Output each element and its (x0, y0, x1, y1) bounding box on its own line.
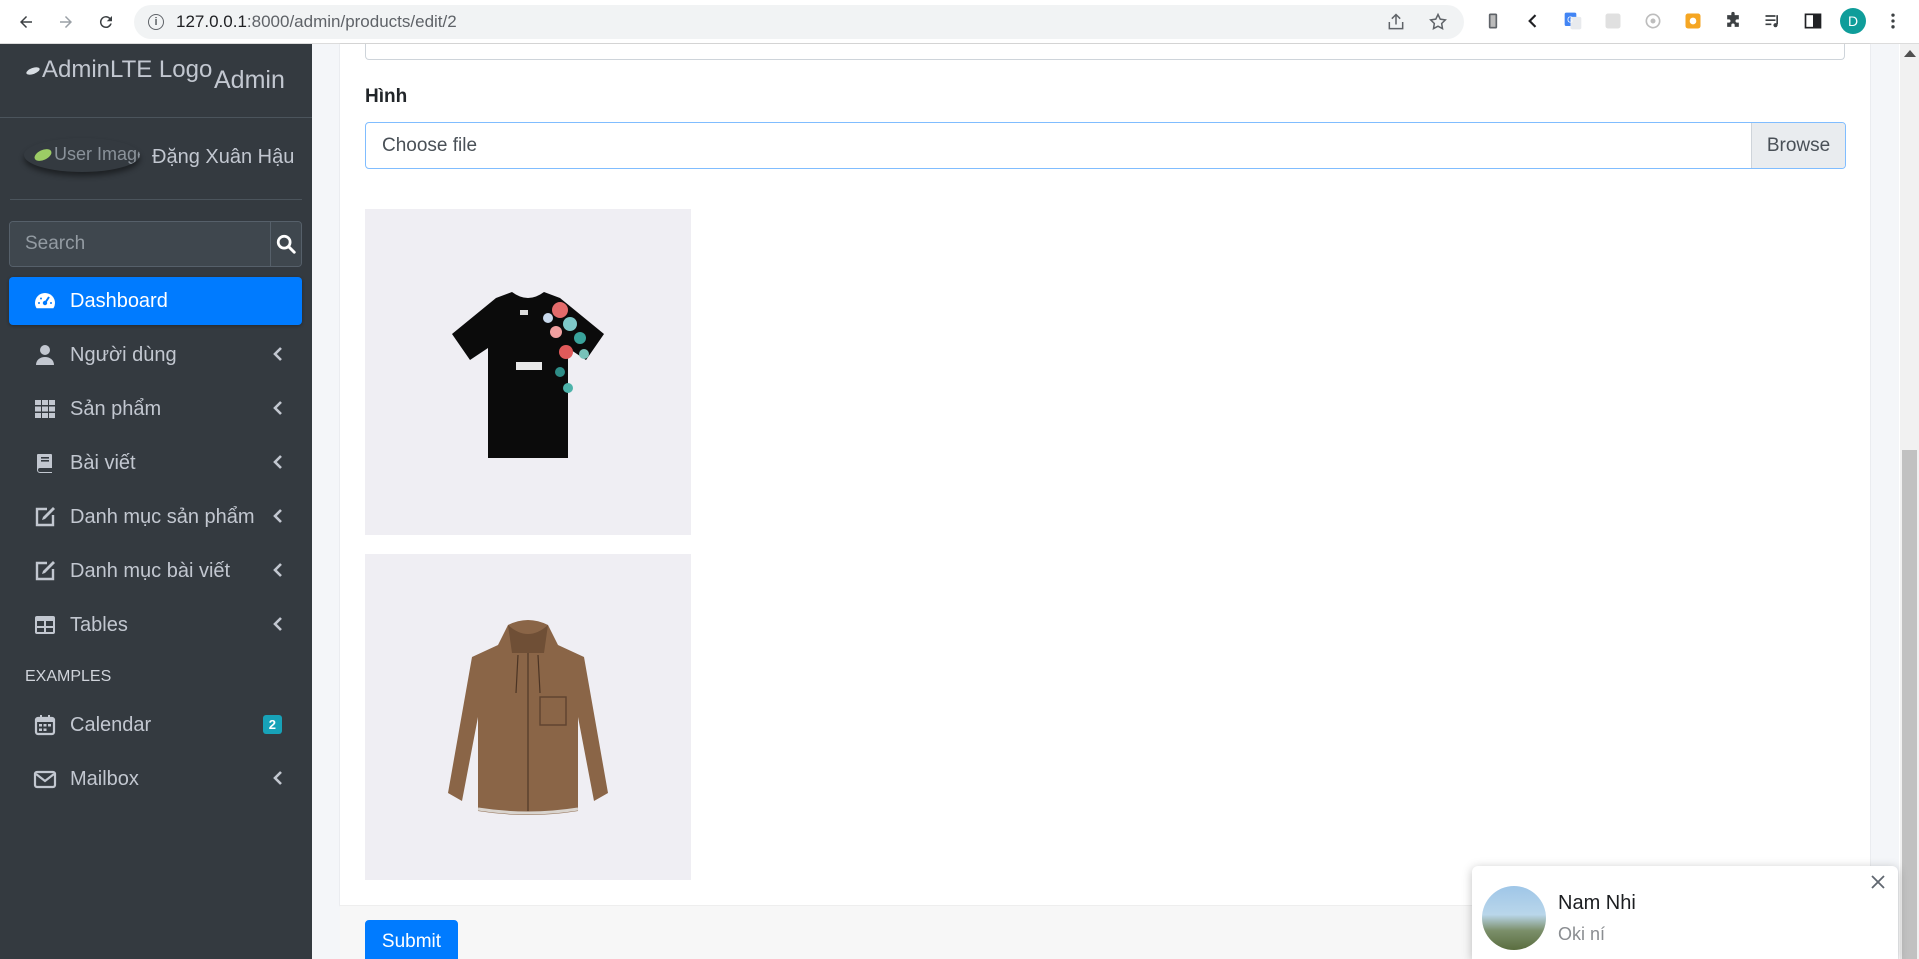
page-scrollbar[interactable] (1900, 44, 1919, 959)
media-queue-icon[interactable] (1760, 8, 1786, 34)
brand-link[interactable]: AdminLTE Logo Admin (0, 44, 312, 118)
chevron-left-icon (273, 563, 282, 577)
search-icon (276, 234, 296, 254)
extension-gray-icon[interactable] (1600, 8, 1626, 34)
sidebar-item-label: Dashboard (70, 289, 168, 312)
chat-avatar (1482, 886, 1546, 950)
main-sidebar: AdminLTE Logo Admin User Image Đặng Xuân… (0, 44, 312, 959)
submit-button[interactable]: Submit (365, 920, 458, 959)
previous-input-field[interactable] (365, 44, 1845, 60)
sidebar-search (9, 221, 302, 267)
bookmark-star-icon[interactable] (1428, 12, 1448, 37)
chat-notification[interactable]: Nam Nhi Oki ní (1472, 866, 1898, 959)
calendar-icon (32, 712, 58, 738)
sidebar-item-label: Người dùng (70, 343, 177, 366)
book-icon (32, 450, 58, 476)
site-info-icon[interactable]: i (148, 14, 164, 30)
browser-toolbar: i 127.0.0.1:8000/admin/products/edit/2 G… (0, 0, 1919, 44)
search-button[interactable] (270, 222, 301, 266)
extension-chevron-icon[interactable] (1520, 8, 1546, 34)
sidebar-item-product-categories[interactable]: Danh mục sản phẩm (9, 493, 302, 541)
brand-logo-alt-text: AdminLTE Logo (42, 56, 213, 83)
sidebar-item-label: Tables (70, 613, 128, 636)
product-image-thumbnail (365, 554, 691, 880)
chevron-left-icon (273, 455, 282, 469)
forward-icon[interactable] (52, 8, 80, 36)
sidebar-item-label: Sản phẩm (70, 397, 162, 420)
user-avatar: User Image (24, 138, 140, 172)
extensions-puzzle-icon[interactable] (1720, 8, 1746, 34)
url-host: 127.0.0.1 (176, 12, 247, 31)
calendar-count-badge: 2 (262, 715, 282, 734)
sidebar-item-posts[interactable]: Bài viết (9, 439, 302, 487)
edit-icon (32, 558, 58, 584)
user-icon (32, 342, 58, 368)
profile-avatar[interactable]: D (1840, 8, 1866, 34)
sidebar-item-label: Bài viết (70, 451, 136, 474)
sidebar-item-mailbox[interactable]: Mailbox (9, 755, 302, 803)
address-bar[interactable]: i 127.0.0.1:8000/admin/products/edit/2 (134, 5, 1464, 39)
grid-icon (32, 396, 58, 422)
chevron-left-icon (273, 401, 282, 415)
edit-icon (32, 504, 58, 530)
brand-text: Admin (214, 66, 285, 94)
google-translate-icon[interactable]: G (1560, 8, 1586, 34)
sidebar-item-post-categories[interactable]: Danh mục bài viết (9, 547, 302, 595)
chevron-left-icon (273, 771, 282, 785)
user-image-alt-text: User Image (54, 144, 140, 164)
svg-text:G: G (1567, 16, 1573, 25)
user-panel: User Image Đặng Xuân Hậu (10, 118, 302, 200)
back-icon[interactable] (12, 8, 40, 36)
extension-circle-icon[interactable] (1640, 8, 1666, 34)
chat-message-preview: Oki ní (1558, 924, 1606, 944)
file-input-label: Choose file (382, 135, 478, 156)
table-icon (32, 612, 58, 638)
image-field-label: Hình (365, 86, 408, 107)
product-image-thumbnail (365, 209, 691, 535)
user-name-link[interactable]: Đặng Xuân Hậu (152, 146, 294, 169)
sidebar-item-label: Calendar (70, 713, 152, 736)
sidebar-item-dashboard[interactable]: Dashboard (9, 277, 302, 325)
sidebar-item-label: Mailbox (70, 767, 139, 790)
brand-logo: AdminLTE Logo (25, 56, 213, 84)
share-icon[interactable] (1386, 12, 1406, 37)
chat-sender-name: Nam Nhi (1558, 892, 1636, 914)
sidebar-menu: Dashboard Người dùng Sản phẩm Bài viết D… (9, 277, 302, 809)
search-input[interactable] (10, 222, 270, 266)
sidebar-item-label: Danh mục bài viết (70, 559, 231, 582)
extension-phone-icon[interactable] (1480, 8, 1506, 34)
envelope-icon (32, 766, 58, 792)
tachometer-icon (32, 288, 58, 314)
sidebar-item-calendar[interactable]: Calendar 2 (9, 701, 302, 749)
browser-menu-icon[interactable] (1880, 8, 1906, 34)
scroll-thumb[interactable] (1902, 450, 1917, 959)
close-icon[interactable] (1870, 874, 1886, 890)
side-panel-icon[interactable] (1800, 8, 1826, 34)
image-file-input[interactable]: Choose file Browse (365, 122, 1846, 169)
sidebar-item-label: Danh mục sản phẩm (70, 505, 255, 528)
reload-icon[interactable] (92, 8, 120, 36)
hooded-shirt-image (448, 620, 608, 815)
browse-button[interactable]: Browse (1751, 123, 1845, 168)
tshirt-image (452, 292, 604, 458)
chevron-left-icon (273, 617, 282, 631)
sidebar-item-tables[interactable]: Tables (9, 601, 302, 649)
menu-header-examples: EXAMPLES (25, 668, 112, 685)
sidebar-item-users[interactable]: Người dùng (9, 331, 302, 379)
chevron-left-icon (273, 347, 282, 361)
chevron-left-icon (273, 509, 282, 523)
sidebar-item-products[interactable]: Sản phẩm (9, 385, 302, 433)
extension-orange-icon[interactable] (1680, 8, 1706, 34)
scroll-up-arrow-icon[interactable] (1904, 50, 1916, 57)
url-path: :8000/admin/products/edit/2 (246, 12, 457, 31)
